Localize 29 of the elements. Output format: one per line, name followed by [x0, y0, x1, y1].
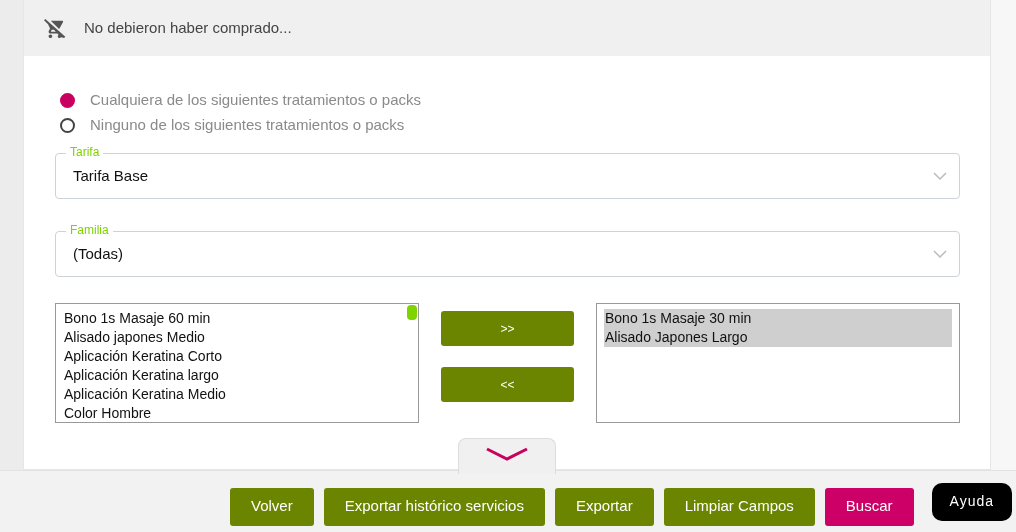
transfer-button[interactable]: >>: [441, 311, 574, 346]
radio-label: Ninguno de los siguientes tratamientos o packs: [90, 115, 405, 136]
radio-button[interactable]: [60, 93, 75, 108]
scrollbar-thumb[interactable]: [407, 305, 417, 320]
action-button[interactable]: Limpiar Campos: [663, 487, 815, 526]
chevron-down-icon: [933, 171, 947, 181]
expand-tab[interactable]: [458, 438, 556, 474]
action-button[interactable]: Exportar histórico servicios: [323, 487, 545, 526]
list-option[interactable]: Aplicación Keratina Corto: [63, 347, 411, 366]
help-button[interactable]: Ayuda: [931, 482, 1012, 521]
chevron-down-icon: [485, 446, 529, 462]
action-button[interactable]: Buscar: [824, 487, 914, 526]
section-title: No debieron haber comprado...: [84, 17, 292, 38]
chevron-down-icon: [933, 249, 947, 259]
transfer-button[interactable]: <<: [441, 367, 574, 402]
available-list[interactable]: Bono 1s Masaje 60 min Alisado japones Medio Aplicación Keratina Corto Aplicación Keratina largo Aplicación Keratina Medio Color Hombre: [55, 303, 419, 423]
list-option[interactable]: Bono 1s Masaje 30 min: [604, 309, 952, 328]
cart-off-icon: [44, 17, 66, 39]
list-option[interactable]: Bono 1s Masaje 60 min: [63, 309, 411, 328]
list-option[interactable]: Aplicación Keratina Medio: [63, 385, 411, 404]
selected-list[interactable]: Bono 1s Masaje 30 min Alisado Japones Largo: [596, 303, 960, 423]
list-option[interactable]: Aplicación Keratina largo: [63, 366, 411, 385]
list-option[interactable]: Alisado japones Medio: [63, 328, 411, 347]
radio-button[interactable]: [60, 118, 75, 133]
action-button[interactable]: Exportar: [554, 487, 654, 526]
action-button[interactable]: Volver: [230, 487, 314, 526]
list-option[interactable]: Alisado Japones Largo: [604, 328, 952, 347]
radio-label: Cualquiera de los siguientes tratamientos o packs: [90, 90, 422, 111]
list-option[interactable]: Color Hombre: [63, 404, 411, 423]
